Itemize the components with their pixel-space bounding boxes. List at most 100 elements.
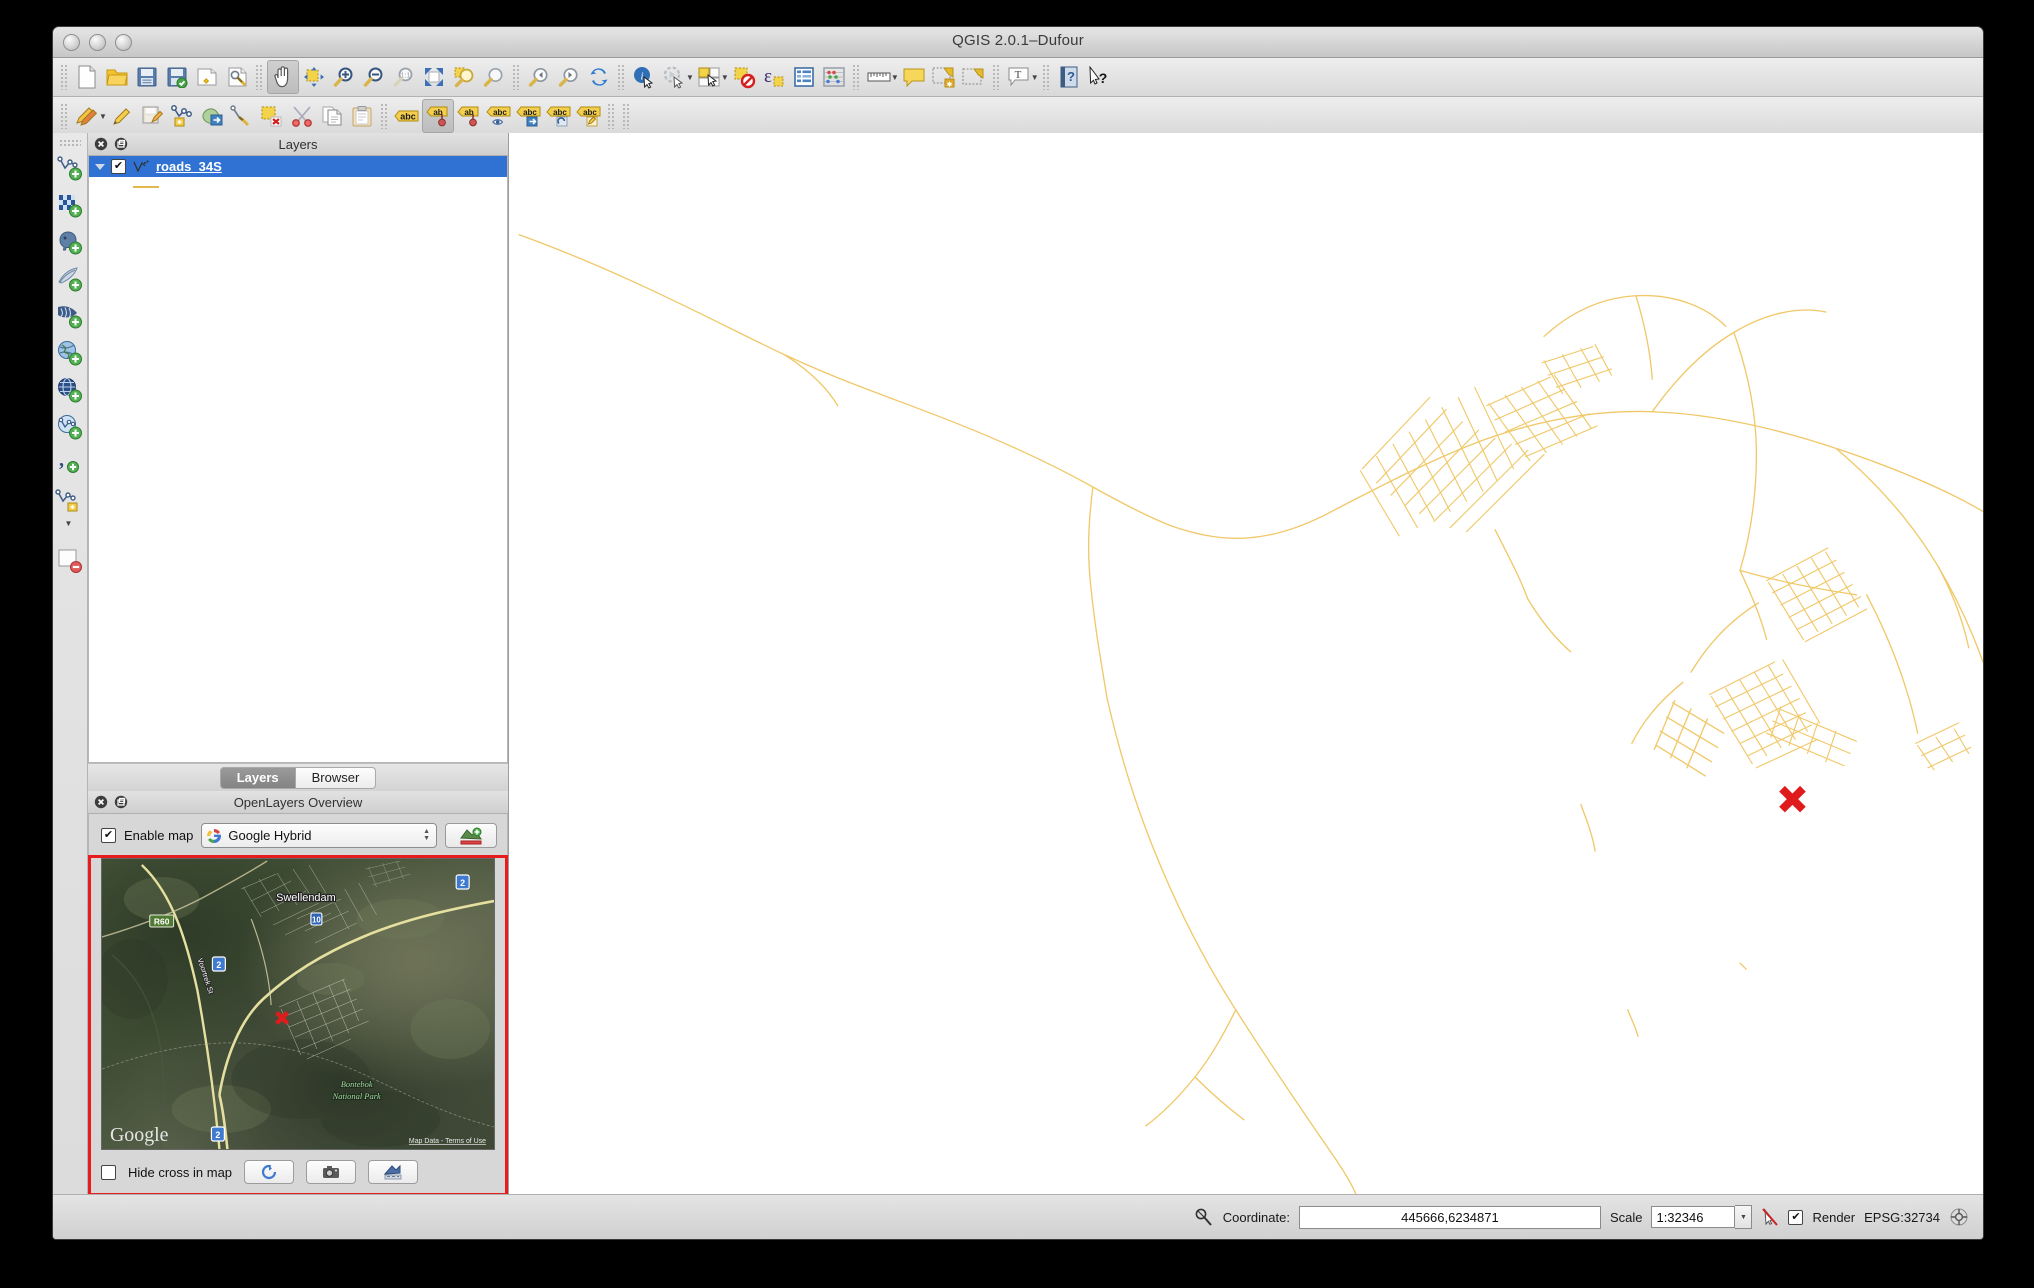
remove-layer-button[interactable]: [55, 542, 85, 579]
zoom-native-button[interactable]: 1:1: [389, 61, 419, 93]
text-annotation-button[interactable]: T: [1004, 61, 1034, 93]
open-field-calculator-button[interactable]: [819, 61, 849, 93]
coordinate-capture-icon[interactable]: [1194, 1207, 1214, 1227]
advanced-digitizing-button[interactable]: [227, 100, 257, 132]
zoom-to-layer-button[interactable]: [479, 61, 509, 93]
scale-lock-button[interactable]: [1761, 1207, 1779, 1227]
pan-to-selection-button[interactable]: [299, 61, 329, 93]
zoom-out-button[interactable]: [359, 61, 389, 93]
render-checkbox[interactable]: ✔: [1788, 1210, 1803, 1225]
toolbar-grip[interactable]: [622, 103, 631, 129]
show-hide-labels-button[interactable]: abc: [484, 100, 514, 132]
overview-label-swellendam: Swellendam: [276, 892, 336, 904]
label-layer-button[interactable]: abc: [392, 100, 422, 132]
select-features-button[interactable]: [694, 61, 724, 93]
toolbar-grip[interactable]: [512, 64, 521, 90]
show-bookmarks-button[interactable]: [959, 61, 989, 93]
new-bookmark-button[interactable]: [929, 61, 959, 93]
zoom-in-button[interactable]: [329, 61, 359, 93]
hide-cross-checkbox[interactable]: [101, 1165, 116, 1180]
zoom-full-button[interactable]: [419, 61, 449, 93]
add-feature-button[interactable]: [167, 100, 197, 132]
delete-selected-button[interactable]: [257, 100, 287, 132]
spinner-arrows-icon[interactable]: ▲▼: [423, 829, 430, 842]
crs-status-button[interactable]: [1949, 1207, 1969, 1227]
open-attribute-table-button[interactable]: [789, 61, 819, 93]
tab-layers[interactable]: Layers: [220, 767, 296, 789]
run-feature-action-button[interactable]: [659, 61, 689, 93]
move-label-button[interactable]: abc: [514, 100, 544, 132]
new-print-composer-button[interactable]: [192, 61, 222, 93]
chevron-down-icon[interactable]: ▼: [65, 519, 73, 528]
openlayers-export-button[interactable]: [368, 1160, 418, 1184]
paste-features-button[interactable]: [347, 100, 377, 132]
rotate-label-button[interactable]: abc: [544, 100, 574, 132]
openlayers-refresh-button[interactable]: [244, 1160, 294, 1184]
new-shapefile-layer-button[interactable]: [55, 482, 85, 519]
scale-input[interactable]: 1:32346: [1651, 1206, 1735, 1228]
save-layer-edits-button[interactable]: [137, 100, 167, 132]
change-label-button[interactable]: abc: [574, 100, 604, 132]
new-project-button[interactable]: [72, 61, 102, 93]
add-mssql-layer-button[interactable]: [55, 297, 85, 334]
cut-features-button[interactable]: [287, 100, 317, 132]
measure-line-button[interactable]: [864, 61, 894, 93]
layer-visibility-checkbox[interactable]: ✔: [111, 159, 126, 174]
refresh-button[interactable]: [584, 61, 614, 93]
toolbar-grip[interactable]: [60, 103, 69, 129]
composer-manager-button[interactable]: [222, 61, 252, 93]
whats-this-button[interactable]: ?: [1084, 61, 1114, 93]
svg-text:abc: abc: [553, 108, 567, 117]
pan-map-button[interactable]: [267, 60, 299, 94]
toggle-editing-button[interactable]: [107, 100, 137, 132]
toolbar-grip[interactable]: [59, 139, 81, 147]
zoom-to-selection-button[interactable]: [449, 61, 479, 93]
save-project-button[interactable]: [132, 61, 162, 93]
add-raster-layer-button[interactable]: [55, 186, 85, 223]
highlight-pinned-labels-button[interactable]: ab: [454, 100, 484, 132]
pin-labels-button[interactable]: ab: [422, 99, 454, 133]
window-titlebar[interactable]: QGIS 2.0.1–Dufour: [53, 27, 1983, 58]
toolbar-grip[interactable]: [617, 64, 626, 90]
layers-tree[interactable]: ✔ roads_34S: [88, 156, 508, 763]
add-openlayers-layer-button[interactable]: [445, 823, 497, 848]
add-vector-layer-button[interactable]: [55, 149, 85, 186]
copy-features-button[interactable]: [317, 100, 347, 132]
zoom-next-button[interactable]: [554, 61, 584, 93]
tab-browser[interactable]: Browser: [296, 767, 377, 789]
toolbar-grip[interactable]: [60, 64, 69, 90]
help-contents-button[interactable]: ?: [1054, 61, 1084, 93]
open-project-button[interactable]: [102, 61, 132, 93]
map-provider-select[interactable]: Google Hybrid ▲▼: [201, 823, 437, 848]
map-tips-button[interactable]: [899, 61, 929, 93]
identify-features-button[interactable]: i: [629, 61, 659, 93]
toolbar-grip[interactable]: [607, 103, 616, 129]
save-project-as-button[interactable]: [162, 61, 192, 93]
add-postgis-layer-button[interactable]: [55, 223, 85, 260]
select-by-expression-button[interactable]: ε: [759, 61, 789, 93]
current-edits-button[interactable]: [72, 100, 102, 132]
layer-item-roads_34S[interactable]: ✔ roads_34S: [89, 156, 507, 177]
add-delimited-text-layer-button[interactable]: ,: [55, 445, 85, 482]
toolbar-grip[interactable]: [1042, 64, 1051, 90]
digitizing-toolbar: ▼ abc ab ab abc a: [53, 97, 1983, 136]
deselect-features-button[interactable]: [729, 61, 759, 93]
map-canvas[interactable]: [508, 133, 1983, 1195]
toolbar-grip[interactable]: [380, 103, 389, 129]
hide-cross-label: Hide cross in map: [128, 1165, 232, 1180]
enable-map-checkbox[interactable]: ✔: [101, 828, 116, 843]
openlayers-overview-map[interactable]: Swellendam Bontebok National Park R60 Vo…: [101, 858, 495, 1150]
scale-dropdown-button[interactable]: ▼: [1735, 1205, 1752, 1229]
add-wms-layer-button[interactable]: [55, 371, 85, 408]
add-spatialite-layer-button[interactable]: [55, 260, 85, 297]
toolbar-grip[interactable]: [992, 64, 1001, 90]
add-wfs-layer-button[interactable]: [55, 408, 85, 445]
openlayers-capture-button[interactable]: [306, 1160, 356, 1184]
expand-collapse-icon[interactable]: [95, 164, 105, 170]
toolbar-grip[interactable]: [255, 64, 264, 90]
add-wcs-layer-button[interactable]: [55, 334, 85, 371]
coordinate-input[interactable]: 445666,6234871: [1299, 1206, 1601, 1229]
toolbar-grip[interactable]: [852, 64, 861, 90]
node-tool-button[interactable]: [197, 100, 227, 132]
zoom-last-button[interactable]: [524, 61, 554, 93]
